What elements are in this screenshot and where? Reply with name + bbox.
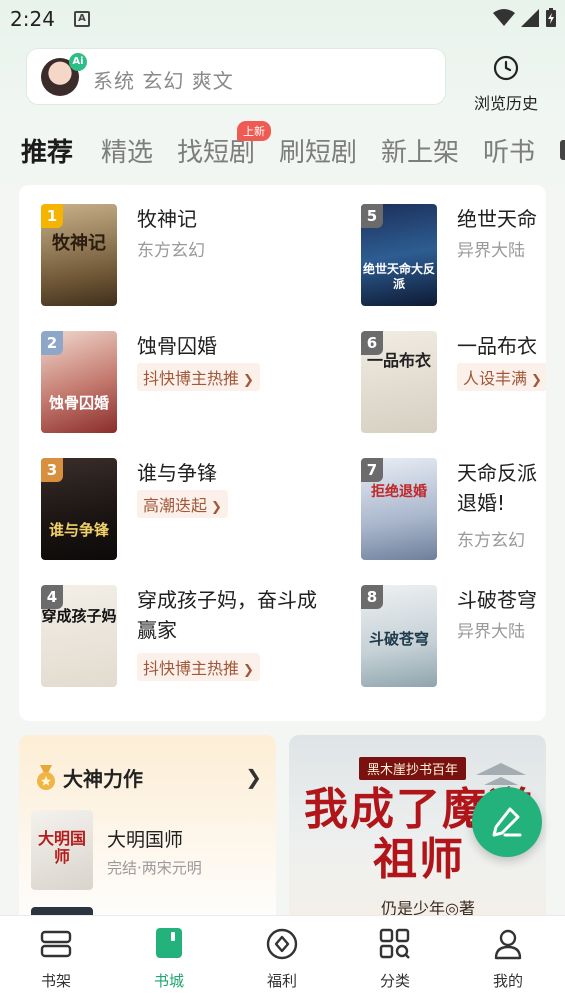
chevron-right-icon[interactable]: ❯ — [245, 765, 262, 789]
clock-icon — [493, 55, 519, 81]
book-title: 谁与争锋 — [137, 461, 217, 485]
book-tag-label: 抖快博主热推 — [143, 369, 240, 388]
cover-title: 蚀骨囚婚 — [48, 394, 109, 412]
book-tag-label: 抖快博主热推 — [143, 659, 240, 678]
book-title: 穿成孩子妈，奋斗成 — [137, 588, 317, 612]
notification-a-icon: A — [74, 11, 90, 27]
cover-title: 大明国师 — [37, 829, 86, 866]
bottom-nav: 书架 书城 福利 分类 我的 — [0, 915, 565, 1004]
book-tag-label: 高潮迭起 — [143, 496, 208, 515]
book-item[interactable]: 斗破苍穹 8 斗破苍穹 异界大陆 — [361, 585, 546, 695]
nav-label: 书架 — [40, 972, 71, 990]
tab-recommend[interactable]: 推荐 — [21, 132, 73, 169]
rank-number: 1 — [41, 204, 63, 228]
welfare-icon — [266, 928, 298, 960]
status-time: 2:24 — [10, 7, 55, 31]
ai-badge: Ai — [69, 53, 87, 71]
featured-authors-card[interactable]: 大神力作 ❯ 大明国师 大明国师 完结·两宋元明 — [19, 735, 276, 935]
nav-category[interactable]: 分类 — [355, 928, 435, 991]
nav-profile[interactable]: 我的 — [468, 928, 548, 991]
chevron-right-icon: ❯ — [243, 663, 254, 678]
banner-subtitle: 黑木崖抄书百年 — [359, 757, 467, 780]
cover-title: 牧神记 — [52, 233, 106, 254]
book-cover[interactable]: 大明国师 — [31, 810, 93, 890]
book-title: 斗破苍穹 — [457, 588, 537, 612]
cover-title: 斗破苍穹 — [368, 630, 429, 648]
status-bar: 2:24 A — [0, 0, 565, 38]
rank-number: 2 — [41, 331, 63, 355]
history-button[interactable]: 浏览历史 — [466, 54, 546, 114]
book-title-line2: 退婚! — [457, 491, 506, 515]
category-icon — [379, 928, 410, 959]
nav-label: 书城 — [153, 972, 184, 990]
signal-icon — [521, 9, 539, 27]
book-genre: 东方玄幻 — [137, 241, 205, 261]
book-item[interactable]: 牧神记 1 牧神记 东方玄幻 — [41, 204, 341, 314]
book-title-line2: 赢家 — [137, 618, 177, 642]
book-title: 牧神记 — [137, 207, 197, 231]
rank-number: 4 — [41, 585, 63, 609]
history-label: 浏览历史 — [473, 94, 538, 113]
book-genre: 东方玄幻 — [457, 531, 525, 551]
chevron-right-icon: ❯ — [531, 373, 542, 388]
book-item[interactable]: 一品布衣 6 一品布衣 人设丰满 ❯ — [361, 331, 546, 441]
write-button[interactable] — [472, 787, 542, 857]
book-item[interactable]: 拒绝退婚 7 天命反派 退婚! 东方玄幻 — [361, 458, 546, 568]
bookstore-icon — [156, 928, 182, 958]
nav-label: 分类 — [379, 972, 410, 990]
medal-icon — [37, 764, 55, 790]
book-tag[interactable]: 人设丰满 ❯ — [457, 363, 546, 391]
tab-browse-short-drama[interactable]: 刷短剧 — [279, 132, 357, 169]
wifi-icon — [493, 9, 515, 26]
tab-more-icon[interactable] — [560, 140, 565, 160]
section-header: 大神力作 — [35, 763, 143, 792]
pen-icon — [492, 807, 522, 837]
book-tag-label: 人设丰满 — [463, 369, 528, 388]
rank-number: 6 — [361, 331, 383, 355]
section-title: 大神力作 — [63, 767, 143, 791]
cover-title: 谁与争锋 — [48, 521, 109, 539]
ranking-card: 牧神记 1 牧神记 东方玄幻 蚀骨囚婚 2 蚀骨囚婚 抖快博主热推 ❯ 谁与争锋 … — [19, 185, 546, 721]
book-item[interactable]: 蚀骨囚婚 2 蚀骨囚婚 抖快博主热推 ❯ — [41, 331, 341, 441]
book-status: 完结·两宋元明 — [107, 859, 202, 877]
book-tag[interactable]: 高潮迭起 ❯ — [137, 490, 228, 518]
cover-title: 绝世天命大反派 — [362, 262, 435, 291]
book-tag[interactable]: 抖快博主热推 ❯ — [137, 363, 260, 391]
cover-title: 穿成孩子妈 — [41, 607, 117, 625]
book-tag[interactable]: 抖快博主热推 ❯ — [137, 653, 260, 681]
book-item[interactable]: 谁与争锋 3 谁与争锋 高潮迭起 ❯ — [41, 458, 341, 568]
cover-title: 拒绝退婚 — [371, 484, 427, 500]
chevron-right-icon: ❯ — [211, 500, 222, 515]
rank-number: 7 — [361, 458, 383, 482]
book-title: 绝世天命 — [457, 207, 537, 231]
book-genre: 异界大陆 — [457, 622, 525, 642]
nav-label: 福利 — [266, 972, 297, 990]
system-icons — [493, 8, 557, 28]
rank-number: 3 — [41, 458, 63, 482]
nav-label: 我的 — [492, 972, 523, 990]
rank-number: 5 — [361, 204, 383, 228]
tab-audiobooks[interactable]: 听书 — [483, 132, 535, 169]
book-title: 蚀骨囚婚 — [137, 334, 217, 358]
rank-number: 8 — [361, 585, 383, 609]
book-title: 一品布衣 — [457, 334, 537, 358]
nav-welfare[interactable]: 福利 — [242, 928, 322, 991]
nav-bookstore[interactable]: 书城 — [129, 928, 209, 991]
book-title[interactable]: 大明国师 — [107, 825, 183, 852]
tab-new-arrivals[interactable]: 新上架 — [381, 132, 459, 169]
search-placeholder: 系统 玄幻 爽文 — [93, 69, 234, 93]
bookshelf-icon — [40, 930, 72, 958]
book-item[interactable]: 绝世天命大反派 5 绝世天命 异界大陆 — [361, 204, 546, 314]
battery-icon — [546, 8, 556, 27]
book-item[interactable]: 穿成孩子妈 4 穿成孩子妈，奋斗成 赢家 抖快博主热推 ❯ — [41, 585, 341, 695]
book-genre: 异界大陆 — [457, 241, 525, 261]
category-tabs: 推荐 精选 找短剧 刷短剧 新上架 听书 — [0, 128, 565, 172]
tab-featured[interactable]: 精选 — [101, 132, 153, 169]
chevron-right-icon: ❯ — [243, 373, 254, 388]
new-badge: 上新 — [237, 121, 271, 141]
profile-icon — [494, 929, 522, 960]
nav-bookshelf[interactable]: 书架 — [16, 928, 96, 991]
book-title: 天命反派 — [457, 461, 537, 485]
search-box[interactable]: Ai 系统 玄幻 爽文 — [26, 48, 446, 105]
